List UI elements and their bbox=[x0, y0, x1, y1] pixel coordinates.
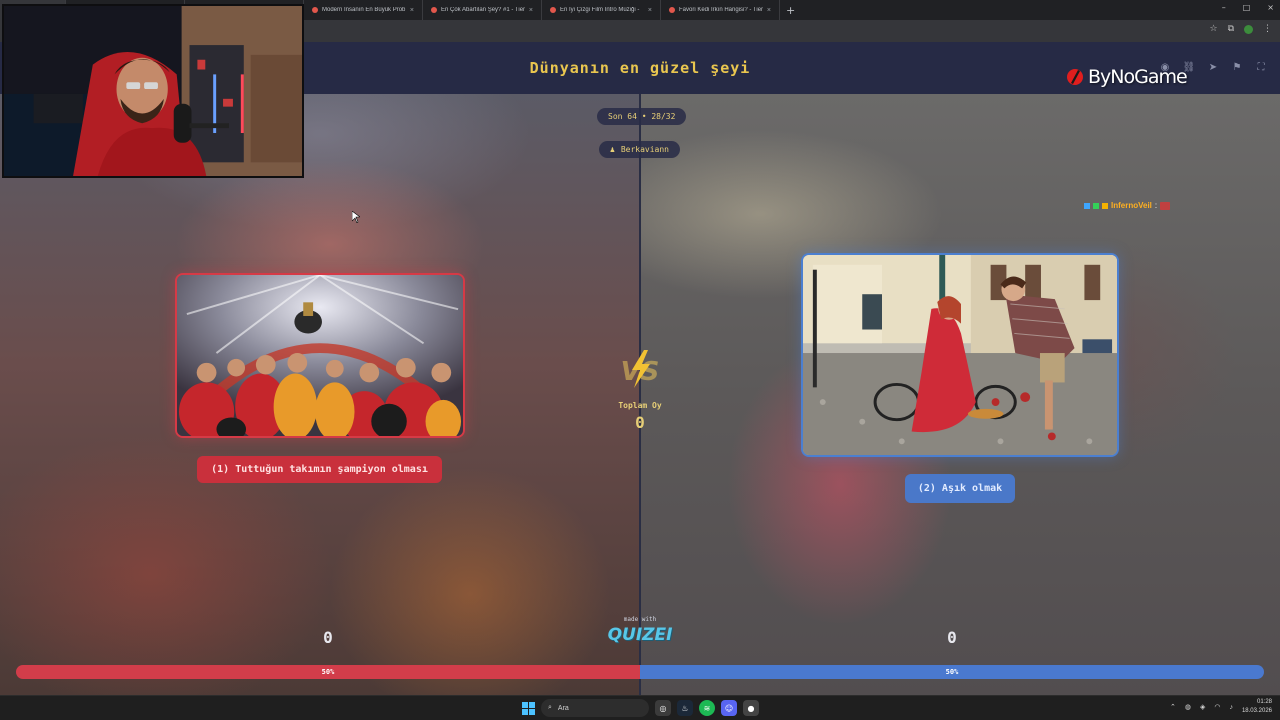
vote-right-button[interactable]: (2) Aşık olmak bbox=[905, 474, 1015, 503]
flag-icon[interactable]: ⚑ bbox=[1230, 60, 1244, 74]
clock[interactable]: 01:28 18.03.2026 bbox=[1242, 698, 1272, 716]
taskbar-search[interactable]: ⌕ Ara bbox=[541, 699, 649, 717]
emote-icon bbox=[1160, 201, 1171, 210]
right-share-segment: 50% bbox=[640, 665, 1264, 679]
windows-start-icon[interactable] bbox=[522, 701, 535, 715]
extension-icon[interactable] bbox=[1244, 24, 1253, 34]
chrome-icon[interactable]: ◎ bbox=[655, 700, 671, 716]
tray-arrow-icon[interactable]: ⌃ bbox=[1170, 703, 1176, 711]
right-share-label: 50% bbox=[945, 668, 959, 676]
vs-icon: VS bbox=[621, 350, 659, 388]
plus-badge-icon bbox=[1093, 202, 1099, 209]
taskbar-search-placeholder: Ara bbox=[557, 704, 569, 712]
tab-label: Modern İnsanın En Büyük Prob bbox=[322, 7, 406, 13]
brand-name: ByNoGame bbox=[1088, 66, 1188, 88]
chat-message: InfernoVeil : bbox=[1084, 201, 1171, 210]
left-option-image[interactable] bbox=[175, 273, 465, 438]
right-option-image[interactable] bbox=[801, 253, 1119, 457]
send-icon[interactable]: ➤ bbox=[1206, 60, 1220, 74]
discord-icon[interactable]: ☺ bbox=[721, 700, 737, 716]
spotify-icon[interactable]: ≋ bbox=[699, 700, 715, 716]
steam-icon[interactable]: ♨ bbox=[677, 700, 693, 716]
clock-date: 18.03.2026 bbox=[1241, 708, 1272, 714]
tab-close-icon[interactable]: × bbox=[767, 7, 771, 14]
tab-close-icon[interactable]: × bbox=[648, 7, 652, 14]
minimize-button[interactable]: – bbox=[1222, 3, 1226, 12]
tab-label: En Çok Abartılan Şey? #1 - Tier bbox=[441, 7, 526, 13]
taskbar: ⌕ Ara ◎ ♨ ≋ ☺ ● ⌃ ◍ ◈ ◠ ♪ 01:28 18.03.20… bbox=[0, 695, 1280, 720]
right-score: 0 bbox=[947, 628, 957, 647]
tab-close-icon[interactable]: × bbox=[529, 7, 533, 14]
round-badge: Son 64 • 28/32 bbox=[597, 108, 687, 125]
brand-logo-icon bbox=[1067, 69, 1083, 85]
page-title: Dünyanın en güzel şeyi bbox=[529, 59, 751, 77]
chat-username: InfernoVeil bbox=[1111, 201, 1152, 210]
window-controls: – □ × bbox=[1222, 3, 1274, 12]
stream-brand: ByNoGame bbox=[1066, 66, 1188, 88]
quizei-logo[interactable]: QUIZEI bbox=[605, 625, 675, 645]
tab-close-icon[interactable]: × bbox=[410, 7, 414, 14]
star-icon[interactable]: ☆ bbox=[1209, 24, 1217, 34]
center-divider bbox=[639, 94, 641, 695]
wifi-icon[interactable]: ◠ bbox=[1214, 703, 1220, 711]
menu-icon[interactable]: ⋮ bbox=[1263, 24, 1272, 34]
obs-icon[interactable]: ● bbox=[743, 700, 759, 716]
tab-favicon-icon bbox=[431, 7, 437, 13]
browser-tab[interactable]: Favori Kedi Irkın Hangisi? - Tier × bbox=[661, 0, 780, 20]
browser-tab[interactable]: Modern İnsanın En Büyük Prob × bbox=[304, 0, 423, 20]
volume-icon[interactable]: ♪ bbox=[1229, 704, 1233, 711]
made-with-label: made with bbox=[623, 616, 657, 623]
tab-label: Favori Kedi Irkın Hangisi? - Tier bbox=[679, 7, 764, 13]
tab-favicon-icon bbox=[550, 7, 556, 13]
left-share-segment: 50% bbox=[16, 665, 640, 679]
sub-badge-icon bbox=[1102, 202, 1108, 209]
browser-tab[interactable]: En İyi Çizgi Film İntro Müziği - × bbox=[542, 0, 661, 20]
tab-label: En İyi Çizgi Film İntro Müziği - bbox=[560, 7, 640, 13]
close-window-button[interactable]: × bbox=[1267, 3, 1274, 12]
user-name: Berkaviann bbox=[620, 145, 669, 154]
browser-tab[interactable]: En Çok Abartılan Şey? #1 - Tier × bbox=[423, 0, 542, 20]
mouse-cursor-icon bbox=[352, 211, 360, 223]
fullscreen-icon[interactable]: ⛶ bbox=[1254, 60, 1268, 74]
user-badge: ♟ Berkaviann bbox=[599, 141, 680, 158]
screen: n güzel şeyi - Tier L×Şarkıcıların İlk Ş… bbox=[0, 0, 1280, 720]
maximize-button[interactable]: □ bbox=[1243, 3, 1251, 12]
total-votes-label: Toplam Oy bbox=[618, 401, 662, 410]
left-score: 0 bbox=[323, 628, 333, 647]
total-votes-value: 0 bbox=[635, 413, 645, 432]
user-icon: ♟ bbox=[610, 145, 615, 154]
vote-left-button[interactable]: (1) Tuttuğun takımın şampiyon olması bbox=[197, 456, 442, 483]
vote-share-bar: 50% 50% bbox=[16, 665, 1264, 679]
chat-separator: : bbox=[1154, 201, 1158, 210]
puzzle-icon[interactable]: ⧉ bbox=[1228, 24, 1234, 34]
tray-app-icon[interactable]: ◍ bbox=[1185, 703, 1191, 711]
webcam-overlay bbox=[2, 4, 304, 178]
new-tab-button[interactable]: + bbox=[786, 4, 795, 17]
clock-time: 01:28 bbox=[1256, 699, 1272, 705]
search-icon: ⌕ bbox=[548, 704, 552, 711]
tab-favicon-icon bbox=[669, 7, 675, 13]
tray-app-icon-2[interactable]: ◈ bbox=[1200, 703, 1205, 711]
tab-favicon-icon bbox=[312, 7, 318, 13]
left-share-label: 50% bbox=[321, 668, 335, 676]
badge-icon bbox=[1084, 202, 1090, 209]
